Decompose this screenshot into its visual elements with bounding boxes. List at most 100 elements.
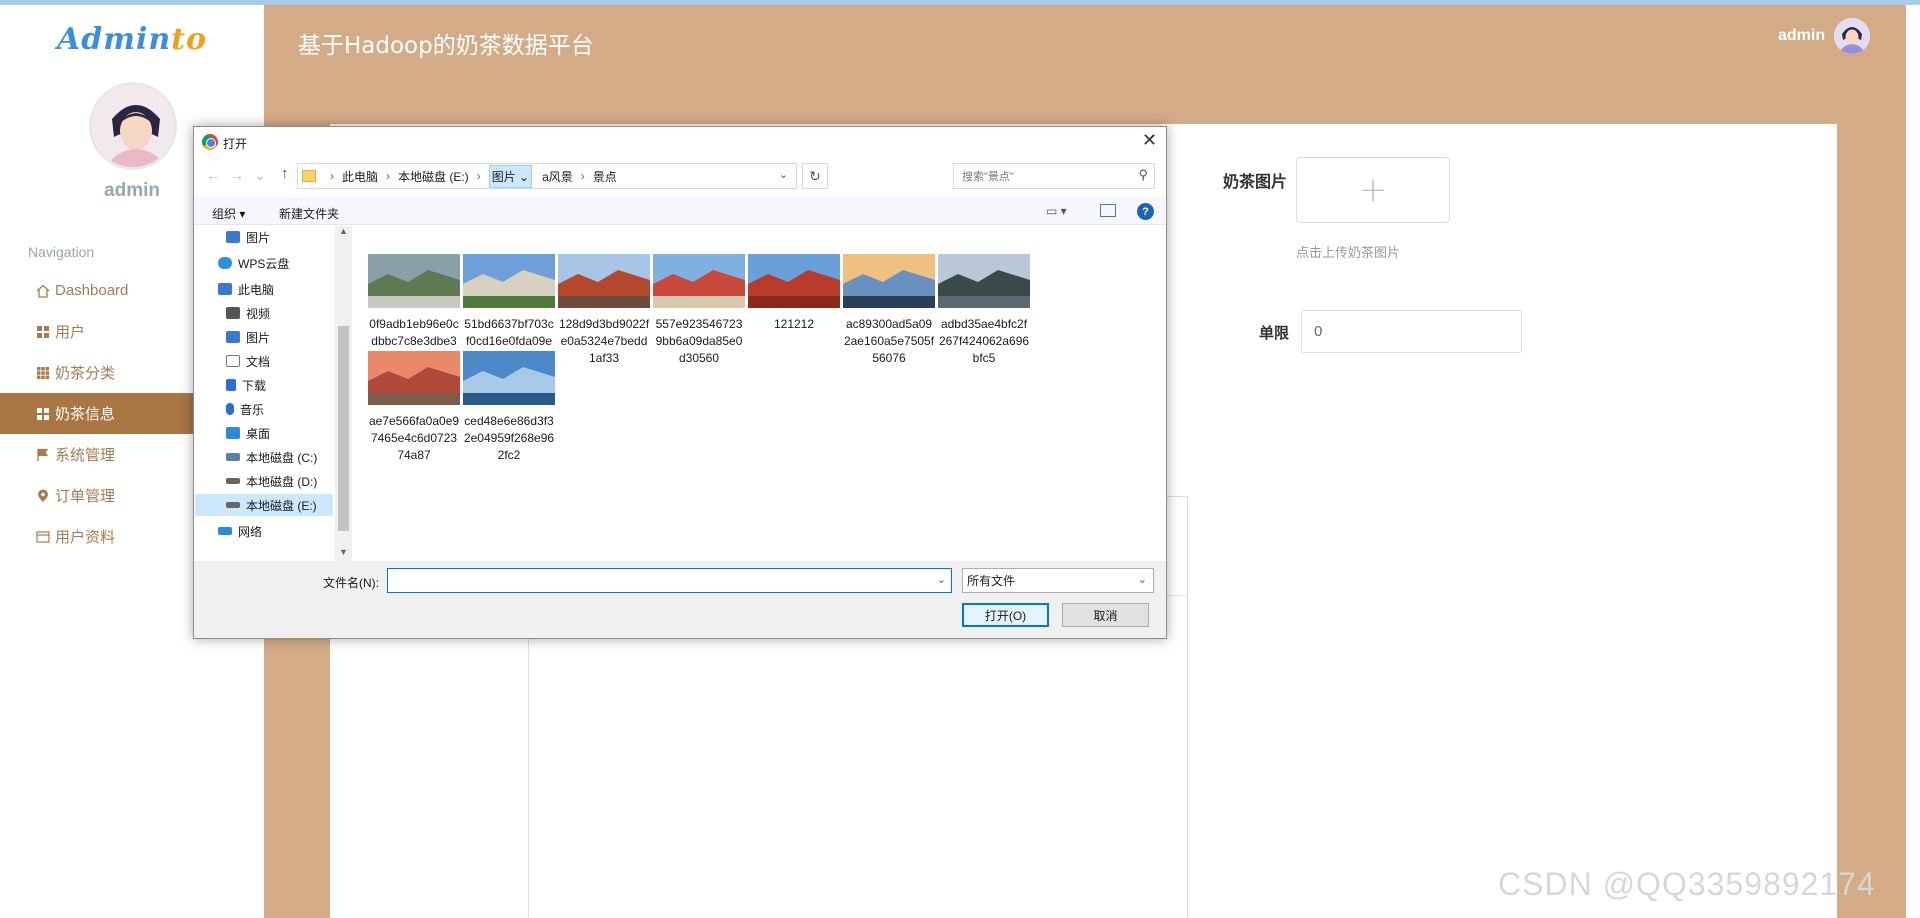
plus-icon: + <box>1358 170 1388 210</box>
top-accent-line <box>0 0 1920 5</box>
tree-item[interactable]: 图片 <box>195 226 333 248</box>
chevron-down-icon[interactable]: ⌄ <box>937 573 946 586</box>
tree-item[interactable]: 下载 <box>195 374 333 396</box>
filename-label: 文件名(N): <box>323 576 379 590</box>
file-item[interactable]: ac89300ad5a092ae160a5e7505f56076 <box>839 254 939 367</box>
file-name: 121212 <box>773 317 815 331</box>
file-item[interactable]: adbd35ae4bfc2f267f424062a696bfc5 <box>934 254 1034 367</box>
sidebar-item-label: 奶茶分类 <box>55 365 116 382</box>
tree-item[interactable]: 桌面 <box>195 422 333 444</box>
close-button[interactable]: ✕ <box>1142 130 1157 151</box>
breadcrumb-item[interactable]: 此电脑 <box>342 168 378 185</box>
dialog-toolbar: 组织 ▾ 新建文件夹 ▭ ▾ ? <box>194 197 1166 225</box>
image-thumbnail <box>368 351 460 405</box>
header-avatar[interactable] <box>1834 18 1870 54</box>
upload-tip: 点击上传奶茶图片 <box>1296 246 1401 261</box>
file-name: ced48e6e86d3f32e04959f268e962fc2 <box>463 414 555 462</box>
file-item[interactable]: 121212 <box>744 254 844 333</box>
tree-item[interactable]: 图片 <box>195 326 333 348</box>
filename-input[interactable]: ⌄ <box>387 568 952 593</box>
file-list: 0f9adb1eb96e0cdbbc7c8e3dbe35cb9c51bd6637… <box>352 226 1166 561</box>
folder-tree: 图片 WPS云盘 此电脑 视频 图片 文档 下载 音乐 桌面 本地磁盘 (C:)… <box>195 226 335 561</box>
search-icon: ⚲ <box>1138 167 1148 182</box>
flag-icon <box>35 447 51 463</box>
image-upload-button[interactable]: + <box>1296 157 1450 223</box>
dialog-title: 打开 <box>223 137 248 151</box>
image-thumbnail <box>558 254 650 308</box>
tree-item[interactable]: 音乐 <box>195 398 333 420</box>
folder-icon <box>302 170 316 182</box>
chevron-down-icon: ⌄ <box>1137 574 1147 586</box>
open-file-dialog: 打开 ✕ ←→⌄ ↑ › 此电脑 › 本地磁盘 (E:) › 图片 ⌄ a风景 … <box>193 126 1167 639</box>
image-thumbnail <box>748 254 840 308</box>
watermark: CSDN @QQ3359892174 <box>1498 866 1876 902</box>
refresh-button[interactable]: ↻ <box>802 163 828 189</box>
file-name: 557e9235467239bb6a09da85e0d30560 <box>655 317 743 365</box>
file-item[interactable]: 128d9d3bd9022fe0a5324e7bedd1af33 <box>554 254 654 367</box>
sidebar-item-label: Dashboard <box>55 282 129 299</box>
grid-icon <box>35 324 51 340</box>
preview-pane-icon[interactable] <box>1100 204 1116 217</box>
view-options-icon[interactable]: ▭ ▾ <box>1046 204 1067 218</box>
home-icon <box>35 283 51 299</box>
sidebar-item-label: 订单管理 <box>55 488 116 505</box>
sidebar-item-label: 系统管理 <box>55 447 116 464</box>
tree-scrollbar[interactable]: ▲ ▼ <box>335 226 352 561</box>
image-thumbnail <box>938 254 1030 308</box>
sidebar-item-label: 用户资料 <box>55 529 116 546</box>
organize-button[interactable]: 组织 ▾ <box>212 205 245 222</box>
tree-item[interactable]: 此电脑 <box>195 278 333 300</box>
cancel-button[interactable]: 取消 <box>1062 603 1149 627</box>
tree-item[interactable]: WPS云盘 <box>195 252 333 274</box>
page-title: 基于Hadoop的奶茶数据平台 <box>298 33 594 59</box>
file-footer: 文件名(N): ⌄ 所有文件 ⌄ 打开(O) 取消 <box>194 561 1166 638</box>
file-item[interactable]: 557e9235467239bb6a09da85e0d30560 <box>649 254 749 367</box>
open-button[interactable]: 打开(O) <box>962 603 1049 627</box>
tree-item[interactable]: 文档 <box>195 350 333 372</box>
tree-item[interactable]: 网络 <box>195 520 333 542</box>
file-name: ac89300ad5a092ae160a5e7505f56076 <box>843 317 935 365</box>
map-pin-icon <box>35 488 51 504</box>
tree-item[interactable]: 本地磁盘 (C:) <box>195 446 333 468</box>
file-item[interactable]: ced48e6e86d3f32e04959f268e962fc2 <box>459 351 559 464</box>
nav-title: Navigation <box>28 244 95 260</box>
breadcrumb-item[interactable]: 图片 ⌄ <box>488 164 533 188</box>
image-thumbnail <box>653 254 745 308</box>
header-username[interactable]: admin <box>1778 27 1825 45</box>
file-name: adbd35ae4bfc2f267f424062a696bfc5 <box>938 317 1030 365</box>
sidebar-item-label: 奶茶信息 <box>55 406 116 423</box>
image-thumbnail <box>843 254 935 308</box>
card-icon <box>35 529 51 545</box>
limit-label: 单限 <box>1259 324 1290 342</box>
chevron-down-icon[interactable]: ⌄ <box>779 168 788 181</box>
breadcrumb-item[interactable]: 景点 <box>593 168 617 185</box>
image-thumbnail <box>463 351 555 405</box>
address-bar[interactable]: › 此电脑 › 本地磁盘 (E:) › 图片 ⌄ a风景 › 景点 ⌄ <box>297 163 797 189</box>
sidebar-avatar[interactable] <box>89 82 177 170</box>
back-forward-buttons[interactable]: ←→⌄ <box>206 167 276 184</box>
filetype-select[interactable]: 所有文件 ⌄ <box>962 568 1154 593</box>
tree-item[interactable]: 本地磁盘 (E:) <box>195 494 333 516</box>
search-input[interactable]: 搜索"景点" ⚲ <box>953 163 1155 189</box>
image-thumbnail <box>463 254 555 308</box>
new-folder-button[interactable]: 新建文件夹 <box>279 205 339 222</box>
sidebar-item-label: 用户 <box>55 324 86 341</box>
app-logo[interactable]: Adminto <box>0 22 264 57</box>
help-button[interactable]: ? <box>1137 203 1154 220</box>
table-icon <box>35 365 51 381</box>
file-item[interactable]: ae7e566fa0a0e97465e4c6d072374a87 <box>364 351 464 464</box>
breadcrumb-item[interactable]: 本地磁盘 (E:) <box>398 168 469 185</box>
file-name: ae7e566fa0a0e97465e4c6d072374a87 <box>368 414 460 462</box>
tree-item[interactable]: 本地磁盘 (D:) <box>195 470 333 492</box>
breadcrumb-item[interactable]: a风景 <box>542 168 573 185</box>
image-thumbnail <box>368 254 460 308</box>
limit-input[interactable]: 0 <box>1301 310 1522 353</box>
up-arrow-icon[interactable]: ↑ <box>281 165 289 182</box>
tea-image-label: 奶茶图片 <box>1223 172 1288 191</box>
tree-item[interactable]: 视频 <box>195 302 333 324</box>
scrollbar-thumb[interactable] <box>338 326 349 531</box>
file-name: 128d9d3bd9022fe0a5324e7bedd1af33 <box>558 317 650 365</box>
scrollbar[interactable] <box>1906 5 1920 918</box>
grid-icon <box>35 406 51 422</box>
chrome-icon <box>202 134 218 150</box>
